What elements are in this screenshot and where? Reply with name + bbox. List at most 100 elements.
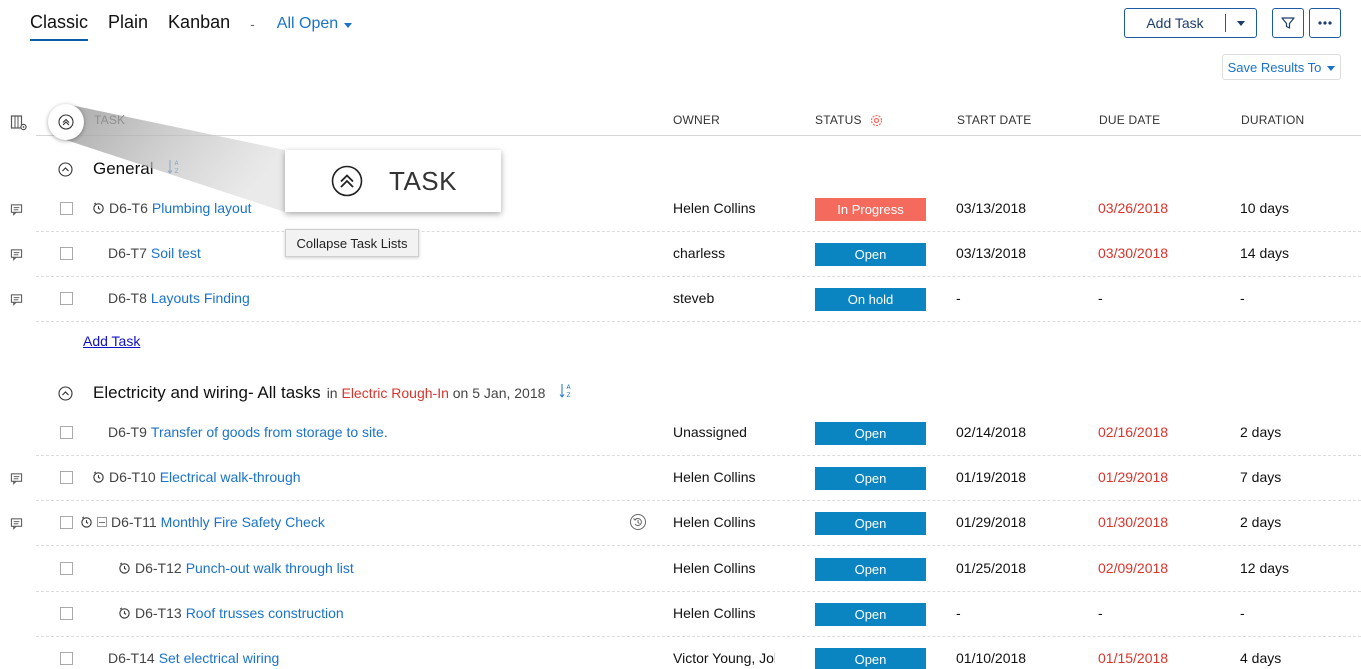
comment-icon[interactable] bbox=[10, 203, 24, 217]
add-task-button[interactable]: Add Task bbox=[1125, 14, 1226, 32]
duration[interactable]: 2 days bbox=[1240, 514, 1281, 530]
start-date[interactable]: - bbox=[956, 605, 961, 621]
status-badge[interactable]: Open bbox=[815, 243, 926, 266]
table-row[interactable]: D6-T8 Layouts Finding steveb On hold - - - bbox=[36, 277, 1361, 322]
task-owner[interactable]: Helen Collins bbox=[673, 560, 775, 576]
row-checkbox[interactable] bbox=[60, 516, 73, 529]
column-task[interactable]: TASK bbox=[94, 113, 125, 127]
due-date[interactable]: 02/16/2018 bbox=[1098, 424, 1168, 440]
add-task-dropdown[interactable] bbox=[1226, 9, 1256, 37]
start-date[interactable]: 03/13/2018 bbox=[956, 245, 1026, 261]
task-owner[interactable]: Helen Collins bbox=[673, 200, 775, 216]
view-filter-dropdown[interactable]: All Open bbox=[277, 15, 353, 33]
more-options-button[interactable] bbox=[1309, 8, 1341, 38]
status-badge[interactable]: Open bbox=[815, 603, 926, 626]
comment-icon[interactable] bbox=[10, 248, 24, 262]
due-date[interactable]: 03/26/2018 bbox=[1098, 200, 1168, 216]
milestone-link[interactable]: Electric Rough-In bbox=[341, 385, 448, 401]
status-badge[interactable]: On hold bbox=[815, 288, 926, 311]
task-owner[interactable]: Helen Collins bbox=[673, 469, 775, 485]
row-checkbox[interactable] bbox=[60, 652, 73, 665]
table-row[interactable]: D6-T7 Soil test charless Open 03/13/2018 03/3… bbox=[36, 232, 1361, 277]
comment-icon[interactable] bbox=[10, 472, 24, 486]
task-name-link[interactable]: Layouts Finding bbox=[151, 290, 250, 306]
table-row[interactable]: D6-T6 Plumbing layout Helen Collins In Prog… bbox=[36, 187, 1361, 232]
column-settings-icon[interactable] bbox=[10, 114, 28, 132]
table-row[interactable]: D6-T11 Monthly Fire Safety Check Helen Col… bbox=[36, 501, 1361, 546]
row-checkbox[interactable] bbox=[60, 562, 73, 575]
task-name-link[interactable]: Plumbing layout bbox=[152, 200, 252, 216]
start-date[interactable]: 03/13/2018 bbox=[956, 200, 1026, 216]
duration[interactable]: 7 days bbox=[1240, 469, 1281, 485]
save-results-dropdown[interactable]: Save Results To bbox=[1222, 54, 1341, 80]
task-owner[interactable]: Victor Young, John bbox=[673, 650, 775, 666]
comment-icon[interactable] bbox=[10, 517, 24, 531]
duration[interactable]: 14 days bbox=[1240, 245, 1289, 261]
column-start-date[interactable]: START DATE bbox=[957, 113, 1031, 127]
task-name-link[interactable]: Electrical walk-through bbox=[160, 469, 301, 485]
status-badge[interactable]: Open bbox=[815, 558, 926, 581]
filter-button[interactable] bbox=[1272, 8, 1304, 38]
table-row[interactable]: D6-T10 Electrical walk-through Helen Colli… bbox=[36, 456, 1361, 501]
task-name-link[interactable]: Transfer of goods from storage to site. bbox=[151, 424, 388, 440]
sort-az-icon[interactable]: AZ bbox=[559, 383, 573, 399]
tab-plain[interactable]: Plain bbox=[108, 12, 148, 37]
status-badge[interactable]: Open bbox=[815, 648, 926, 669]
due-date[interactable]: 01/30/2018 bbox=[1098, 514, 1168, 530]
status-badge[interactable]: Open bbox=[815, 422, 926, 445]
row-checkbox[interactable] bbox=[60, 292, 73, 305]
table-row[interactable]: D6-T14 Set electrical wiring Victor Young,… bbox=[36, 637, 1361, 669]
task-name-link[interactable]: Punch-out walk through list bbox=[186, 560, 354, 576]
row-checkbox[interactable] bbox=[60, 607, 73, 620]
duration[interactable]: 10 days bbox=[1240, 200, 1289, 216]
recurrence-icon[interactable] bbox=[629, 513, 647, 531]
tab-kanban[interactable]: Kanban bbox=[168, 12, 230, 37]
status-settings-icon[interactable] bbox=[870, 114, 883, 127]
table-row[interactable]: D6-T12 Punch-out walk through list Helen C… bbox=[36, 547, 1361, 592]
duration[interactable]: 4 days bbox=[1240, 650, 1281, 666]
task-name-link[interactable]: Set electrical wiring bbox=[159, 650, 280, 666]
duration[interactable]: - bbox=[1240, 290, 1245, 306]
task-owner[interactable]: Helen Collins bbox=[673, 514, 775, 530]
task-owner[interactable]: Helen Collins bbox=[673, 605, 775, 621]
start-date[interactable]: 01/10/2018 bbox=[956, 650, 1026, 666]
duration[interactable]: 2 days bbox=[1240, 424, 1281, 440]
due-date[interactable]: 01/29/2018 bbox=[1098, 469, 1168, 485]
duration[interactable]: 12 days bbox=[1240, 560, 1289, 576]
due-date[interactable]: 02/09/2018 bbox=[1098, 560, 1168, 576]
start-date[interactable]: 01/25/2018 bbox=[956, 560, 1026, 576]
status-badge[interactable]: In Progress bbox=[815, 198, 926, 221]
status-badge[interactable]: Open bbox=[815, 467, 926, 490]
status-badge[interactable]: Open bbox=[815, 512, 926, 535]
row-checkbox[interactable] bbox=[60, 247, 73, 260]
sort-az-icon[interactable]: AZ bbox=[167, 159, 181, 175]
task-owner[interactable]: steveb bbox=[673, 290, 775, 306]
due-date[interactable]: 01/15/2018 bbox=[1098, 650, 1168, 666]
row-checkbox[interactable] bbox=[60, 471, 73, 484]
task-owner[interactable]: charless bbox=[673, 245, 775, 261]
start-date[interactable]: 01/29/2018 bbox=[956, 514, 1026, 530]
column-duration[interactable]: DURATION bbox=[1241, 113, 1304, 127]
collapse-group-icon[interactable] bbox=[58, 385, 73, 401]
column-due-date[interactable]: DUE DATE bbox=[1099, 113, 1160, 127]
column-status[interactable]: STATUS bbox=[815, 113, 883, 127]
collapse-subtask-icon[interactable] bbox=[97, 517, 107, 527]
tab-classic[interactable]: Classic bbox=[30, 12, 89, 41]
add-task-link[interactable]: Add Task bbox=[83, 333, 140, 349]
collapse-all-button[interactable] bbox=[48, 104, 84, 140]
collapse-group-icon[interactable] bbox=[58, 161, 73, 177]
due-date[interactable]: - bbox=[1098, 290, 1103, 306]
task-name-link[interactable]: Roof trusses construction bbox=[186, 605, 344, 621]
due-date[interactable]: - bbox=[1098, 605, 1103, 621]
column-owner[interactable]: OWNER bbox=[673, 113, 720, 127]
start-date[interactable]: 01/19/2018 bbox=[956, 469, 1026, 485]
task-name-link[interactable]: Soil test bbox=[151, 245, 201, 261]
comment-icon[interactable] bbox=[10, 293, 24, 307]
row-checkbox[interactable] bbox=[60, 426, 73, 439]
start-date[interactable]: - bbox=[956, 290, 961, 306]
duration[interactable]: - bbox=[1240, 605, 1245, 621]
task-owner[interactable]: Unassigned bbox=[673, 424, 775, 440]
task-name-link[interactable]: Monthly Fire Safety Check bbox=[161, 514, 325, 530]
due-date[interactable]: 03/30/2018 bbox=[1098, 245, 1168, 261]
row-checkbox[interactable] bbox=[60, 202, 73, 215]
